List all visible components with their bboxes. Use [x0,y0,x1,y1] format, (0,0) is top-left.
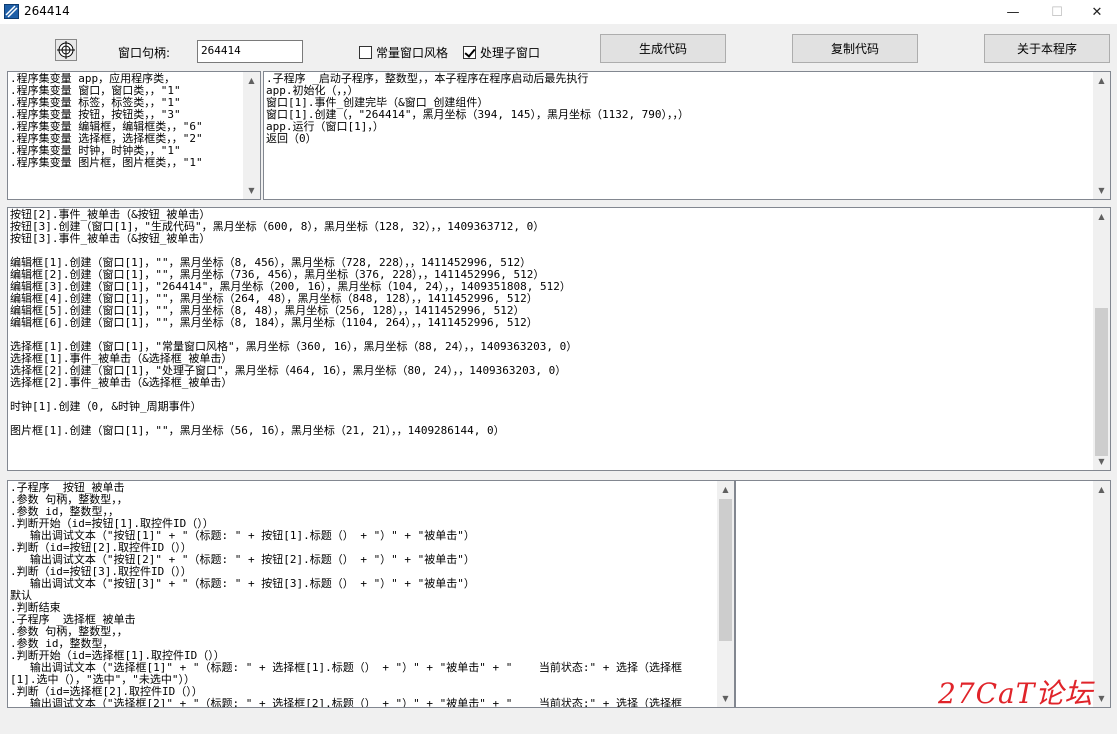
startup-text: .子程序 _启动子程序，整数型，，本子程序在程序启动后最先执行 app.初始化（… [266,72,690,145]
checkbox-label: 处理子窗口 [480,46,541,60]
checkbox-label: 常量窗口风格 [376,46,449,60]
window-title: 264414 [24,4,70,18]
app-icon [4,4,19,19]
scroll-up-icon[interactable]: ▲ [1093,72,1110,89]
watermark-logo: 27CaT论坛 [938,677,1094,710]
output-text [736,481,1110,483]
about-button[interactable]: 关于本程序 [984,34,1110,63]
scroll-up-icon[interactable]: ▲ [1093,481,1110,498]
title-bar: 264414 — ☐ ✕ [0,0,1117,24]
scroll-thumb[interactable] [1095,308,1108,456]
scroll-up-icon[interactable]: ▲ [717,481,734,498]
scroll-up-icon[interactable]: ▲ [1093,208,1110,225]
globals-text: .程序集变量 app，应用程序类， .程序集变量 窗口，窗口类，，"1" .程序… [10,72,203,169]
handle-input[interactable]: 264414 [197,40,303,63]
scroll-down-icon[interactable]: ▼ [243,182,260,199]
vertical-scrollbar[interactable]: ▲ ▼ [1093,208,1110,470]
checkbox-normal-window-style[interactable]: 常量窗口风格 [359,44,448,61]
controls-editor[interactable]: 按钮[2].事件_被单击（&按钮_被单击） 按钮[3].创建（窗口[1]，"生成… [7,207,1111,471]
controls-text: 按钮[2].事件_被单击（&按钮_被单击） 按钮[3].创建（窗口[1]，"生成… [10,208,578,437]
globals-editor[interactable]: .程序集变量 app，应用程序类， .程序集变量 窗口，窗口类，，"1" .程序… [7,71,261,200]
checkbox-box-checked[interactable] [463,46,476,59]
scroll-down-icon[interactable]: ▼ [1093,182,1110,199]
checkbox-process-child-window[interactable]: 处理子窗口 [463,44,540,61]
events-editor[interactable]: .子程序 _按钮_被单击 .参数 句柄，整数型，， .参数 id，整数型，， .… [7,480,735,708]
minimize-icon[interactable]: — [991,0,1035,24]
copy-code-button[interactable]: 复制代码 [792,34,918,63]
scroll-down-icon[interactable]: ▼ [1093,453,1110,470]
scroll-thumb[interactable] [719,499,732,641]
vertical-scrollbar[interactable]: ▲ ▼ [717,481,734,707]
startup-editor[interactable]: .子程序 _启动子程序，整数型，，本子程序在程序启动后最先执行 app.初始化（… [263,71,1111,200]
vertical-scrollbar[interactable]: ▲ ▼ [1093,481,1110,707]
vertical-scrollbar[interactable]: ▲ ▼ [243,72,260,199]
close-icon[interactable]: ✕ [1075,0,1117,24]
crosshair-icon [57,41,75,59]
checkbox-box[interactable] [359,46,372,59]
scroll-down-icon[interactable]: ▼ [717,690,734,707]
handle-label: 窗口句柄: [118,46,171,60]
scroll-up-icon[interactable]: ▲ [243,72,260,89]
generate-code-button[interactable]: 生成代码 [600,34,726,63]
vertical-scrollbar[interactable]: ▲ ▼ [1093,72,1110,199]
scroll-down-icon[interactable]: ▼ [1093,690,1110,707]
maximize-icon[interactable]: ☐ [1035,0,1079,24]
window-picker-crosshair[interactable] [55,39,77,61]
events-text: .子程序 _按钮_被单击 .参数 句柄，整数型，， .参数 id，整数型，， .… [10,481,683,708]
